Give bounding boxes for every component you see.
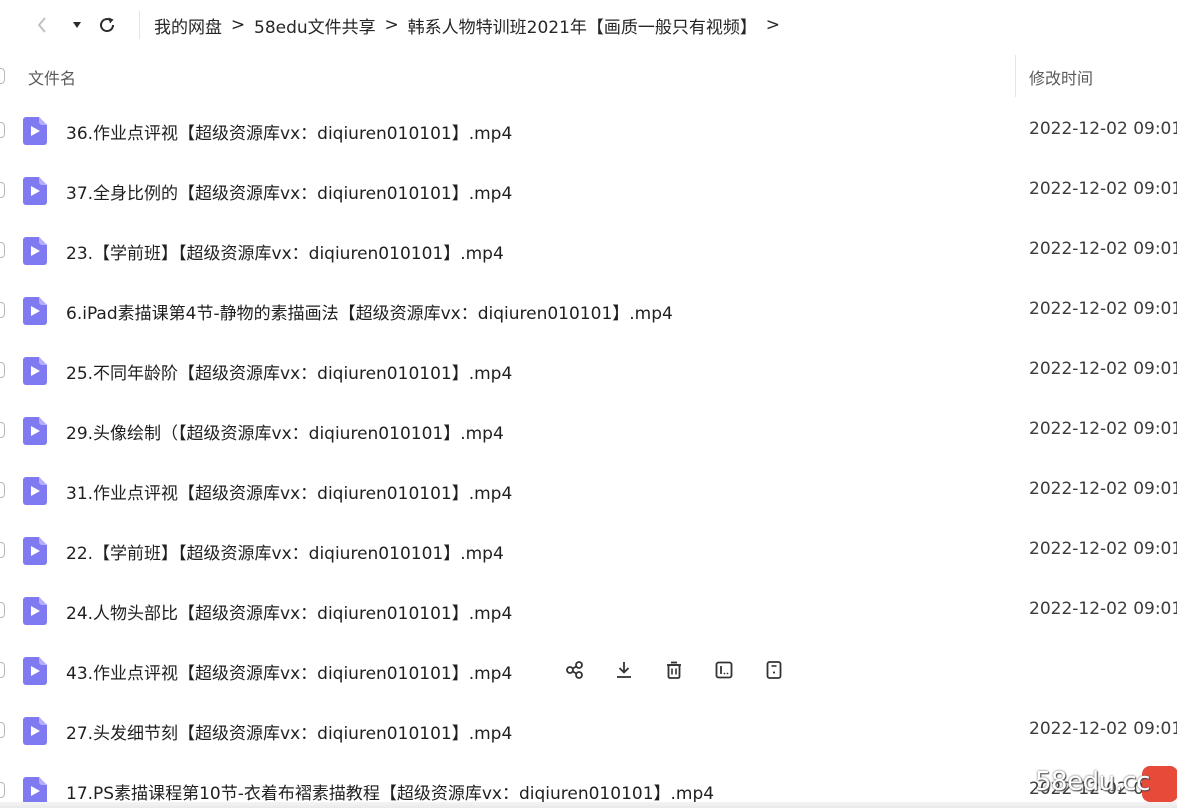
file-name[interactable]: 37.全身比例的【超级资源库vx：diqiuren010101】.mp4	[66, 179, 512, 204]
table-row[interactable]: 23.【学前班】【超级资源库vx：diqiuren010101】.mp4 2022…	[0, 220, 1177, 280]
select-all-checkbox[interactable]	[0, 68, 5, 84]
table-row[interactable]: 29.头像绘制（【超级资源库vx：diqiuren010101】.mp4 2022…	[0, 400, 1177, 460]
row-checkbox[interactable]	[0, 482, 5, 498]
file-name[interactable]: 23.【学前班】【超级资源库vx：diqiuren010101】.mp4	[66, 239, 504, 264]
row-checkbox[interactable]	[0, 182, 5, 198]
table-row[interactable]: 24.人物头部比【超级资源库vx：diqiuren010101】.mp4 2022…	[0, 580, 1177, 640]
column-header-modified-time[interactable]: 修改时间	[1029, 65, 1093, 89]
delete-icon	[667, 661, 681, 679]
table-row[interactable]: 36.作业点评视【超级资源库vx：diqiuren010101】.mp4 2022…	[0, 100, 1177, 160]
breadcrumb: 我的网盘 > 58edu文件共享 > 韩系人物特训班2021年【画质一般只有视频…	[154, 13, 789, 38]
row-checkbox[interactable]	[0, 542, 5, 558]
file-name[interactable]: 27.头发细节刻【超级资源库vx：diqiuren010101】.mp4	[66, 719, 512, 744]
column-header-name[interactable]: 文件名	[28, 65, 76, 89]
refresh-button[interactable]	[96, 12, 118, 38]
chevron-left-icon	[37, 17, 46, 33]
video-file-icon	[23, 777, 47, 805]
row-checkbox[interactable]	[0, 722, 5, 738]
breadcrumb-item-share[interactable]: 58edu文件共享	[254, 13, 376, 38]
table-header: 文件名 修改时间	[0, 55, 1177, 97]
file-name[interactable]: 29.头像绘制（【超级资源库vx：diqiuren010101】.mp4	[66, 419, 504, 444]
top-nav-bar: 我的网盘 > 58edu文件共享 > 韩系人物特训班2021年【画质一般只有视频…	[0, 0, 1177, 50]
modified-time: 2022-12-02 09:01	[1029, 239, 1177, 259]
row-checkbox[interactable]	[0, 782, 5, 798]
row-checkbox[interactable]	[0, 362, 5, 378]
modified-time: 2022-12-02 09:01	[1029, 119, 1177, 139]
row-checkbox[interactable]	[0, 662, 5, 678]
table-row[interactable]: 17.PS素描课程第10节-衣着布褶素描教程【超级资源库vx：diqiuren0…	[0, 760, 1177, 808]
delete-button[interactable]	[661, 655, 687, 685]
video-file-icon	[23, 657, 47, 685]
modified-time: 2022-12-02 09:01	[1029, 179, 1177, 199]
modified-time: 2022-12-02 09:01	[1029, 419, 1177, 439]
table-row[interactable]: 25.不同年龄阶【超级资源库vx：diqiuren010101】.mp4 2022…	[0, 340, 1177, 400]
download-button[interactable]	[611, 655, 637, 685]
refresh-icon	[100, 17, 115, 33]
file-browser: 我的网盘 > 58edu文件共享 > 韩系人物特训班2021年【画质一般只有视频…	[0, 0, 1177, 808]
breadcrumb-separator: >	[230, 15, 246, 35]
video-file-icon	[23, 537, 47, 565]
row-checkbox[interactable]	[0, 122, 5, 138]
modified-time: 2022-12-02 09:01	[1029, 719, 1177, 739]
modified-time: 2022-12-02 09:01	[1029, 539, 1177, 559]
file-name[interactable]: 31.作业点评视【超级资源库vx：diqiuren010101】.mp4	[66, 479, 512, 504]
table-row[interactable]: 27.头发细节刻【超级资源库vx：diqiuren010101】.mp4 2022…	[0, 700, 1177, 760]
back-button[interactable]	[33, 12, 51, 38]
modified-time: 2022-12-02 09:01	[1029, 299, 1177, 319]
file-name[interactable]: 43.作业点评视【超级资源库vx：diqiuren010101】.mp4	[66, 659, 512, 684]
video-file-icon	[23, 177, 47, 205]
file-name[interactable]: 22.【学前班】【超级资源库vx：diqiuren010101】.mp4	[66, 539, 504, 564]
row-checkbox[interactable]	[0, 422, 5, 438]
file-list: 36.作业点评视【超级资源库vx：diqiuren010101】.mp4 2022…	[0, 100, 1177, 808]
more-button[interactable]	[761, 655, 787, 685]
share-button[interactable]	[561, 655, 587, 685]
row-checkbox[interactable]	[0, 602, 5, 618]
watermark-text: 58edu.cc	[1035, 767, 1150, 797]
breadcrumb-separator: >	[384, 15, 399, 35]
breadcrumb-item-root[interactable]: 我的网盘	[154, 13, 222, 38]
nav-divider	[139, 11, 140, 39]
row-checkbox[interactable]	[0, 242, 5, 258]
dropdown-button[interactable]	[68, 12, 86, 38]
share-icon	[566, 661, 583, 679]
video-file-icon	[23, 597, 47, 625]
rename-button[interactable]	[711, 655, 737, 685]
table-row[interactable]: 43.作业点评视【超级资源库vx：diqiuren010101】.mp4	[0, 640, 1177, 700]
file-name[interactable]: 6.iPad素描课第4节-静物的素描画法【超级资源库vx：diqiuren010…	[66, 299, 673, 324]
table-row[interactable]: 6.iPad素描课第4节-静物的素描画法【超级资源库vx：diqiuren010…	[0, 280, 1177, 340]
video-file-icon	[23, 477, 47, 505]
modified-time: 2022-12-02 09:01	[1029, 479, 1177, 499]
video-file-icon	[23, 297, 47, 325]
file-name[interactable]: 25.不同年龄阶【超级资源库vx：diqiuren010101】.mp4	[66, 359, 512, 384]
file-name[interactable]: 24.人物头部比【超级资源库vx：diqiuren010101】.mp4	[66, 599, 512, 624]
more-icon	[766, 661, 782, 679]
column-divider[interactable]	[1015, 55, 1016, 97]
breadcrumb-item-current[interactable]: 韩系人物特训班2021年【画质一般只有视频】	[408, 13, 757, 38]
table-row[interactable]: 31.作业点评视【超级资源库vx：diqiuren010101】.mp4 2022…	[0, 460, 1177, 520]
table-row[interactable]: 22.【学前班】【超级资源库vx：diqiuren010101】.mp4 2022…	[0, 520, 1177, 580]
video-file-icon	[23, 717, 47, 745]
download-icon	[617, 662, 631, 678]
row-actions	[561, 655, 811, 685]
video-file-icon	[23, 117, 47, 145]
video-file-icon	[23, 237, 47, 265]
file-name[interactable]: 36.作业点评视【超级资源库vx：diqiuren010101】.mp4	[66, 119, 512, 144]
breadcrumb-separator: >	[765, 15, 781, 35]
video-file-icon	[23, 417, 47, 445]
modified-time: 2022-12-02 09:01	[1029, 359, 1177, 379]
video-file-icon	[23, 357, 47, 385]
modified-time: 2022-12-02 09:01	[1029, 599, 1177, 619]
rename-icon	[715, 661, 733, 679]
row-checkbox[interactable]	[0, 302, 5, 318]
bottom-scroll-strip[interactable]	[0, 802, 1177, 808]
file-name[interactable]: 17.PS素描课程第10节-衣着布褶素描教程【超级资源库vx：diqiuren0…	[66, 779, 714, 804]
caret-down-icon	[73, 22, 81, 28]
table-row[interactable]: 37.全身比例的【超级资源库vx：diqiuren010101】.mp4 2022…	[0, 160, 1177, 220]
